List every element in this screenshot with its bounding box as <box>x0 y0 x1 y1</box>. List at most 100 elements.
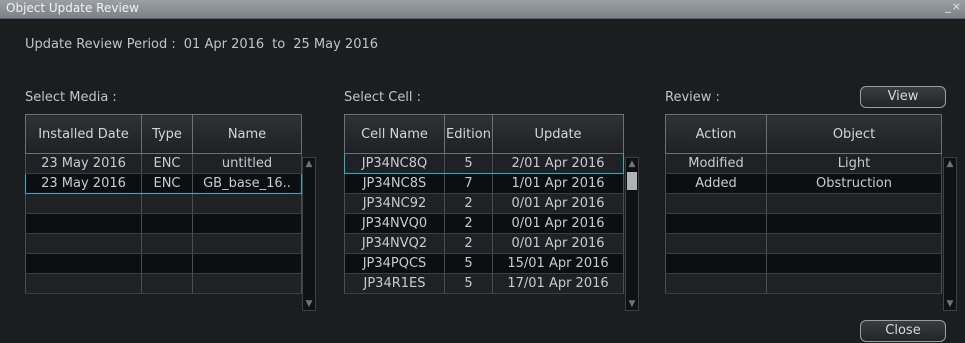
cell-header-update[interactable]: Update <box>492 114 624 154</box>
scroll-up-icon[interactable]: ▲ <box>304 159 314 169</box>
table-cell <box>665 233 767 254</box>
table-cell: JP34R1ES <box>344 273 445 294</box>
table-row[interactable]: JP34R1ES 5 17/01 Apr 2016 <box>344 273 624 294</box>
table-row-empty[interactable] <box>25 233 302 254</box>
table-cell <box>141 213 193 234</box>
table-row-empty[interactable] <box>25 193 302 214</box>
table-row-empty[interactable] <box>665 273 942 294</box>
table-row-empty[interactable] <box>25 273 302 294</box>
cell-table: Cell Name Edition Update JP34NC8Q 5 2/01 A… <box>344 114 624 294</box>
table-cell <box>766 213 942 234</box>
media-table: Installed Date Type Name 23 May 2016 ENC u… <box>25 114 302 294</box>
table-row[interactable]: Modified Light <box>665 153 942 174</box>
table-row[interactable]: Added Obstruction <box>665 173 942 194</box>
table-row[interactable]: JP34NVQ2 2 0/01 Apr 2016 <box>344 233 624 254</box>
table-cell <box>766 193 942 214</box>
table-cell: 1/01 Apr 2016 <box>492 173 624 194</box>
table-cell: ENC <box>141 153 193 174</box>
table-row-empty[interactable] <box>25 213 302 234</box>
select-cell-label: Select Cell : <box>344 90 422 105</box>
review-scrollbar[interactable]: ▲ ▼ <box>943 157 957 311</box>
table-row[interactable]: 23 May 2016 ENC GB_base_16.. <box>25 173 302 194</box>
media-header-name[interactable]: Name <box>192 114 302 154</box>
table-cell <box>25 273 142 294</box>
table-cell: 2 <box>444 193 493 214</box>
table-cell: JP34NC8Q <box>344 153 445 174</box>
update-review-period: Update Review Period : 01 Apr 2016 to 25 Ma… <box>25 37 386 52</box>
select-media-label: Select Media : <box>25 90 117 105</box>
table-cell <box>25 233 142 254</box>
table-cell: ENC <box>141 173 193 194</box>
table-cell <box>25 213 142 234</box>
table-cell: 0/01 Apr 2016 <box>492 233 624 254</box>
review-label: Review : <box>665 90 720 105</box>
table-cell: 2 <box>444 213 493 234</box>
table-cell: JP34PQCS <box>344 253 445 274</box>
table-row-empty[interactable] <box>665 253 942 274</box>
table-cell <box>192 273 302 294</box>
table-cell: 2/01 Apr 2016 <box>492 153 624 174</box>
table-cell: 23 May 2016 <box>25 173 142 194</box>
table-cell <box>192 213 302 234</box>
period-to-label: to <box>272 37 286 52</box>
table-cell: JP34NVQ0 <box>344 213 445 234</box>
window-controls-icon[interactable]: _× <box>945 0 962 13</box>
table-row-empty[interactable] <box>665 213 942 234</box>
table-cell <box>141 233 193 254</box>
period-to: 25 May 2016 <box>293 37 379 52</box>
table-row[interactable]: JP34NC8Q 5 2/01 Apr 2016 <box>344 153 624 174</box>
table-cell <box>665 253 767 274</box>
table-cell: JP34NC8S <box>344 173 445 194</box>
table-cell <box>665 213 767 234</box>
media-scrollbar[interactable]: ▲ ▼ <box>302 157 316 311</box>
scroll-up-icon[interactable]: ▲ <box>627 159 637 169</box>
title-bar: Object Update Review _× <box>0 0 965 19</box>
cell-header-cell-name[interactable]: Cell Name <box>344 114 445 154</box>
view-button[interactable]: View <box>860 86 946 108</box>
period-from: 01 Apr 2016 <box>183 37 265 52</box>
table-row-empty[interactable] <box>25 253 302 274</box>
table-cell: 15/01 Apr 2016 <box>492 253 624 274</box>
scroll-down-icon[interactable]: ▼ <box>627 299 637 309</box>
table-cell: GB_base_16.. <box>192 173 302 194</box>
table-row[interactable]: JP34NC92 2 0/01 Apr 2016 <box>344 193 624 214</box>
table-cell: Added <box>665 173 767 194</box>
table-cell: JP34NVQ2 <box>344 233 445 254</box>
review-header-object[interactable]: Object <box>766 114 942 154</box>
review-header-action[interactable]: Action <box>665 114 767 154</box>
table-row-empty[interactable] <box>665 233 942 254</box>
table-cell <box>665 273 767 294</box>
period-label: Update Review Period : <box>25 37 176 52</box>
table-row[interactable]: JP34PQCS 5 15/01 Apr 2016 <box>344 253 624 274</box>
cell-scrollbar[interactable]: ▲ ▼ <box>625 157 639 311</box>
table-cell: 0/01 Apr 2016 <box>492 213 624 234</box>
scroll-down-icon[interactable]: ▼ <box>945 299 955 309</box>
table-cell: Modified <box>665 153 767 174</box>
table-cell <box>665 193 767 214</box>
close-button[interactable]: Close <box>860 320 946 342</box>
table-cell: JP34NC92 <box>344 193 445 214</box>
media-header-type[interactable]: Type <box>141 114 193 154</box>
table-row-empty[interactable] <box>665 193 942 214</box>
table-row[interactable]: JP34NC8S 7 1/01 Apr 2016 <box>344 173 624 194</box>
object-update-review-window: Object Update Review _× Update Review Pe… <box>0 0 965 343</box>
table-cell <box>192 253 302 274</box>
table-row[interactable]: JP34NVQ0 2 0/01 Apr 2016 <box>344 213 624 234</box>
table-cell: 23 May 2016 <box>25 153 142 174</box>
table-cell: 2 <box>444 233 493 254</box>
table-cell <box>766 253 942 274</box>
media-header-installed-date[interactable]: Installed Date <box>25 114 142 154</box>
cell-header-edition[interactable]: Edition <box>444 114 493 154</box>
table-cell: 5 <box>444 153 493 174</box>
scroll-thumb[interactable] <box>627 172 637 190</box>
table-cell: 7 <box>444 173 493 194</box>
scroll-down-icon[interactable]: ▼ <box>304 299 314 309</box>
table-cell: untitled <box>192 153 302 174</box>
table-cell <box>192 233 302 254</box>
window-title: Object Update Review <box>6 1 139 15</box>
table-cell: 5 <box>444 253 493 274</box>
scroll-up-icon[interactable]: ▲ <box>945 159 955 169</box>
table-row[interactable]: 23 May 2016 ENC untitled <box>25 153 302 174</box>
table-cell <box>141 193 193 214</box>
table-cell <box>766 233 942 254</box>
